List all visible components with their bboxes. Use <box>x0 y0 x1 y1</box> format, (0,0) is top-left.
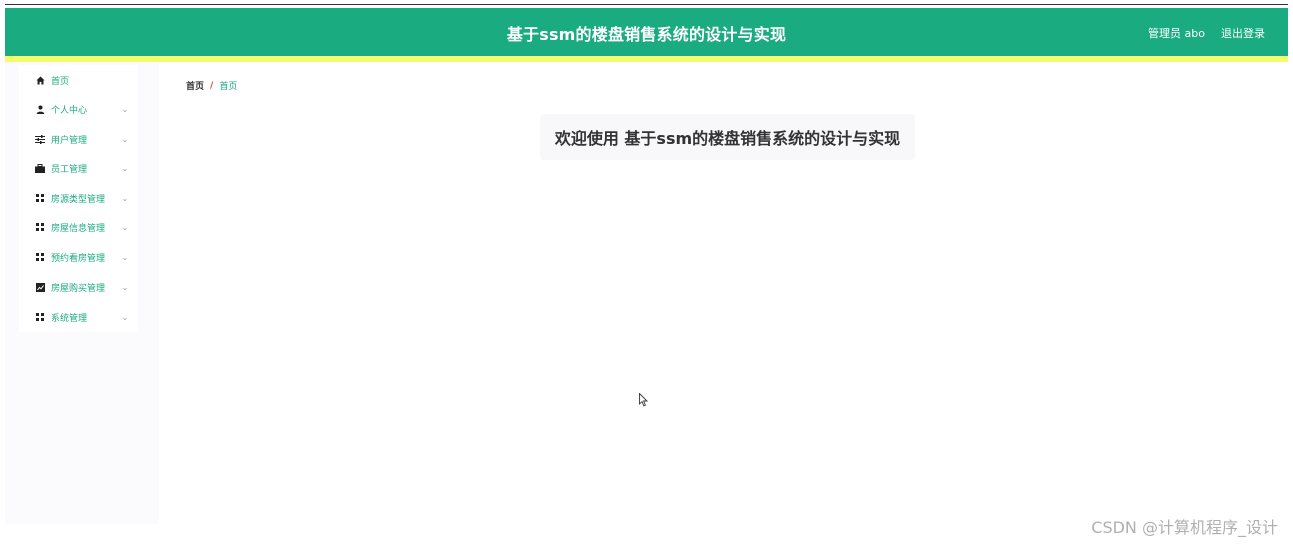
sidebar-item-label: 房屋购买管理 <box>51 283 106 294</box>
chart-icon <box>33 282 47 292</box>
chevron-down-icon: ⌄ <box>121 312 129 322</box>
welcome-banner: 欢迎使用 基于ssm的楼盘销售系统的设计与实现 <box>540 114 915 160</box>
current-user-label[interactable]: 管理员 abo <box>1148 25 1205 41</box>
grid-icon <box>33 253 47 261</box>
app-header: 基于ssm的楼盘销售系统的设计与实现 管理员 abo 退出登录 <box>5 8 1288 56</box>
sidebar-item-house-info-management[interactable]: 房屋信息管理 ⌄ <box>19 213 138 241</box>
briefcase-icon <box>33 163 47 173</box>
logout-link[interactable]: 退出登录 <box>1221 25 1265 41</box>
chevron-down-icon: ⌄ <box>121 163 129 173</box>
sidebar-menu: 首页 个人中心 ⌄ 用户管理 ⌄ 员工管理 ⌄ 房源类型管理 ⌄ 房屋信息管理 … <box>19 65 138 332</box>
chevron-down-icon: ⌄ <box>121 252 129 262</box>
chevron-down-icon: ⌄ <box>121 193 129 203</box>
sidebar-item-staff-management[interactable]: 员工管理 ⌄ <box>19 154 138 182</box>
sidebar-item-system-management[interactable]: 系统管理 ⌄ <box>19 303 138 331</box>
top-border-line <box>5 4 1288 5</box>
sidebar-item-label: 房屋信息管理 <box>51 223 106 234</box>
breadcrumb: 首页 / 首页 <box>186 79 238 93</box>
chevron-down-icon: ⌄ <box>121 222 129 232</box>
sidebar-item-personal-center[interactable]: 个人中心 ⌄ <box>19 95 138 123</box>
sidebar-item-label: 系统管理 <box>51 313 88 324</box>
sidebar-item-user-management[interactable]: 用户管理 ⌄ <box>19 125 138 153</box>
grid-icon <box>33 313 47 321</box>
breadcrumb-separator: / <box>210 80 214 91</box>
user-icon <box>33 104 47 114</box>
app-title: 基于ssm的楼盘销售系统的设计与实现 <box>506 25 787 44</box>
grid-icon <box>33 223 47 231</box>
chevron-down-icon: ⌄ <box>121 104 129 114</box>
chevron-down-icon: ⌄ <box>121 134 129 144</box>
sidebar-item-label: 房源类型管理 <box>51 194 106 205</box>
mouse-cursor-icon <box>639 392 649 411</box>
sidebar-item-home[interactable]: 首页 <box>19 66 138 94</box>
sidebar-item-label: 员工管理 <box>51 164 88 175</box>
sliders-icon <box>33 134 47 144</box>
sidebar-item-property-type-management[interactable]: 房源类型管理 ⌄ <box>19 184 138 212</box>
sidebar-item-label: 个人中心 <box>51 105 88 116</box>
sidebar-item-label: 预约看房管理 <box>51 253 106 264</box>
welcome-text: 欢迎使用 基于ssm的楼盘销售系统的设计与实现 <box>554 129 901 148</box>
watermark: CSDN @计算机程序_设计 <box>1091 518 1278 537</box>
home-icon <box>33 75 47 85</box>
sidebar-item-label: 用户管理 <box>51 135 88 146</box>
header-user-area: 管理员 abo 退出登录 <box>1148 25 1265 41</box>
breadcrumb-current: 首页 <box>219 82 238 92</box>
header-accent-bar <box>5 56 1288 62</box>
sidebar-item-viewing-appointment-management[interactable]: 预约看房管理 ⌄ <box>19 243 138 271</box>
chevron-down-icon: ⌄ <box>121 282 129 292</box>
sidebar-item-label: 首页 <box>51 76 70 87</box>
breadcrumb-home-link[interactable]: 首页 <box>186 79 204 92</box>
grid-icon <box>33 194 47 202</box>
sidebar-item-house-purchase-management[interactable]: 房屋购买管理 ⌄ <box>19 273 138 301</box>
